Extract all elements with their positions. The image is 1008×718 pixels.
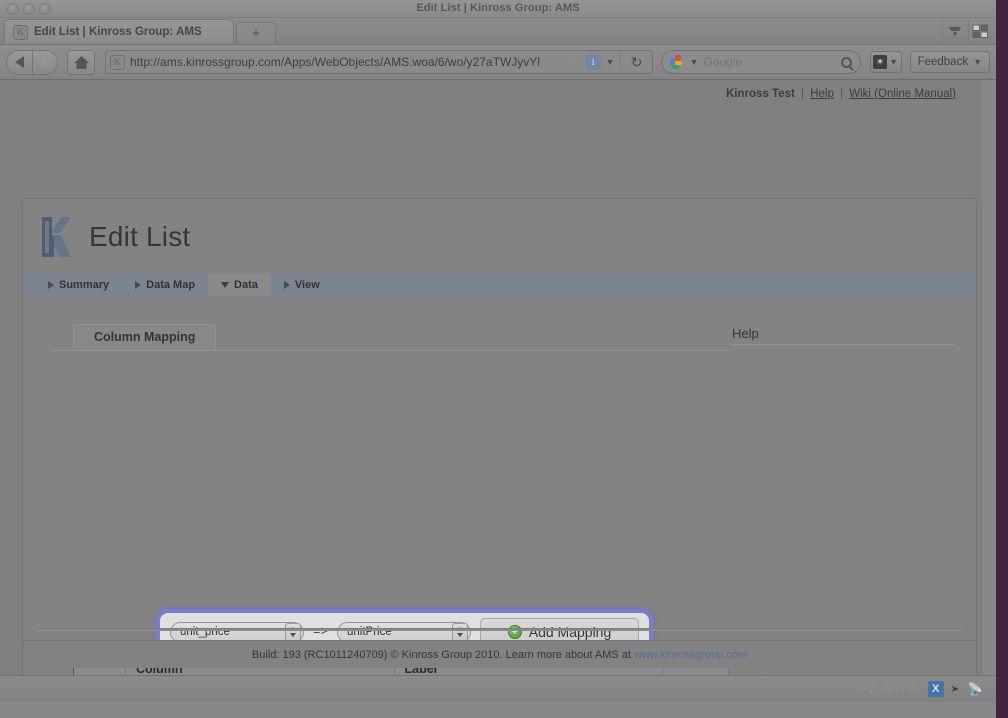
home-icon (73, 55, 90, 70)
star-icon[interactable]: ☆ (908, 682, 921, 696)
triangle-right-icon (135, 281, 141, 289)
back-arrow-icon (15, 56, 24, 68)
toolbar-divider (620, 53, 621, 71)
nav-tab-data-map[interactable]: Data Map (122, 274, 208, 296)
triangle-right-icon (48, 281, 54, 289)
stepper-icon[interactable] (452, 623, 468, 642)
tabstrip-right-icons (942, 21, 992, 41)
back-button[interactable] (6, 50, 33, 75)
app-body: Column Mapping Help unit_price => (23, 296, 976, 668)
nav-tab-label: Data (234, 279, 258, 291)
app-footer: Build: 193 (RC1011240709) © Kinross Grou… (23, 640, 976, 668)
chevron-down-icon[interactable]: ▼ (606, 57, 615, 67)
page-top-links: Kinross Test | Help | Wiki (Online Manua… (726, 88, 956, 100)
tab-strip: K Edit List | Kinross Group: AMS + (0, 18, 996, 45)
help-section-title: Help (732, 326, 954, 345)
app-header: Edit List (23, 199, 976, 274)
panel-tab-strip: Column Mapping (51, 324, 729, 351)
browser-tab-active[interactable]: K Edit List | Kinross Group: AMS (4, 19, 234, 44)
nav-tab-label: Summary (59, 279, 109, 291)
home-button[interactable] (67, 50, 95, 75)
help-link[interactable]: Help (810, 88, 834, 100)
panel-tab-column-mapping[interactable]: Column Mapping (73, 324, 216, 350)
page-viewport: Kinross Test | Help | Wiki (Online Manua… (0, 80, 996, 675)
chevron-down-icon[interactable]: ▼ (889, 57, 898, 67)
search-engine-caret-icon[interactable]: ▼ (690, 57, 699, 67)
navigation-toolbar: K http://ams.kinrossgroup.com/Apps/WebOb… (0, 45, 996, 80)
add-mapping-label: Add Mapping (529, 624, 612, 640)
page-rating-widget[interactable]: ☆ ☆ ☆ ☆ ☆ (854, 682, 921, 696)
browser-tab-label: Edit List | Kinross Group: AMS (34, 26, 202, 38)
addon-toolbar-button[interactable]: ✶ ▼ (870, 51, 902, 73)
stepper-icon[interactable] (285, 623, 301, 642)
new-tab-button[interactable]: + (236, 22, 276, 44)
wiki-link[interactable]: Wiki (Online Manual) (849, 88, 956, 100)
kinross-favicon-icon: K (13, 25, 28, 40)
feedback-button[interactable]: Feedback ▼ (910, 51, 990, 73)
nav-tab-data[interactable]: Data (208, 274, 271, 296)
url-bar[interactable]: K http://ams.kinrossgroup.com/Apps/WebOb… (105, 50, 653, 74)
browser-window: Edit List | Kinross Group: AMS K Edit Li… (0, 0, 996, 718)
window-titlebar: Edit List | Kinross Group: AMS (0, 0, 996, 18)
feedback-label: Feedback (918, 56, 969, 68)
pointer-icon: ➤ (951, 684, 959, 695)
bookmark-star-icon[interactable]: ☆ (568, 54, 581, 71)
nav-tab-label: Data Map (146, 279, 195, 291)
link-separator: | (801, 88, 804, 100)
xmarks-addon-icon[interactable]: X (928, 681, 944, 697)
downloads-icon[interactable] (942, 21, 966, 41)
search-bar[interactable]: ▼ Google (661, 50, 861, 74)
app-nav-tabs: Summary Data Map Data View (23, 274, 976, 296)
page-title: Edit List (89, 221, 190, 253)
app-card: Edit List Summary Data Map Data View (22, 198, 977, 675)
link-separator: | (840, 88, 843, 100)
kinross-website-link[interactable]: www.kinrossgroup.com (634, 649, 747, 661)
star-icon[interactable]: ☆ (881, 682, 894, 696)
star-icon[interactable]: ☆ (854, 682, 867, 696)
nav-tab-label: View (295, 279, 320, 291)
account-name: Kinross Test (726, 88, 795, 100)
url-input[interactable]: http://ams.kinrossgroup.com/Apps/WebObje… (130, 55, 563, 69)
window-title: Edit List | Kinross Group: AMS (0, 2, 996, 14)
triangle-right-icon (284, 281, 290, 289)
help-section: Help (732, 326, 954, 345)
status-bar: ☆ ☆ ☆ ☆ ☆ X ➤ 📡 (0, 675, 996, 702)
site-identity-icon: K (110, 55, 125, 70)
page-scrollbar[interactable] (981, 80, 996, 675)
search-input[interactable]: Google (703, 55, 835, 69)
chevron-down-icon[interactable]: ▼ (973, 57, 982, 67)
page-info-icon[interactable]: i (586, 55, 601, 70)
network-icon[interactable]: 📡 (966, 682, 984, 696)
panorama-grid-icon[interactable] (968, 21, 992, 41)
magnifier-icon[interactable] (841, 57, 852, 68)
puzzle-addon-icon: ✶ (873, 55, 887, 69)
forward-arrow-icon (41, 57, 49, 67)
triangle-down-icon (221, 282, 229, 288)
star-icon[interactable]: ☆ (867, 682, 880, 696)
build-info-text: Build: 193 (RC1011240709) © Kinross Grou… (252, 649, 631, 661)
forward-button[interactable] (33, 50, 58, 75)
nav-tab-view[interactable]: View (271, 274, 333, 296)
section-divider (37, 628, 962, 631)
reload-icon[interactable]: ↻ (626, 50, 648, 74)
nav-buttons (6, 50, 58, 75)
star-icon[interactable]: ☆ (894, 682, 907, 696)
kinross-k-logo-icon (39, 215, 73, 259)
google-icon (670, 55, 685, 69)
nav-tab-summary[interactable]: Summary (35, 274, 122, 296)
